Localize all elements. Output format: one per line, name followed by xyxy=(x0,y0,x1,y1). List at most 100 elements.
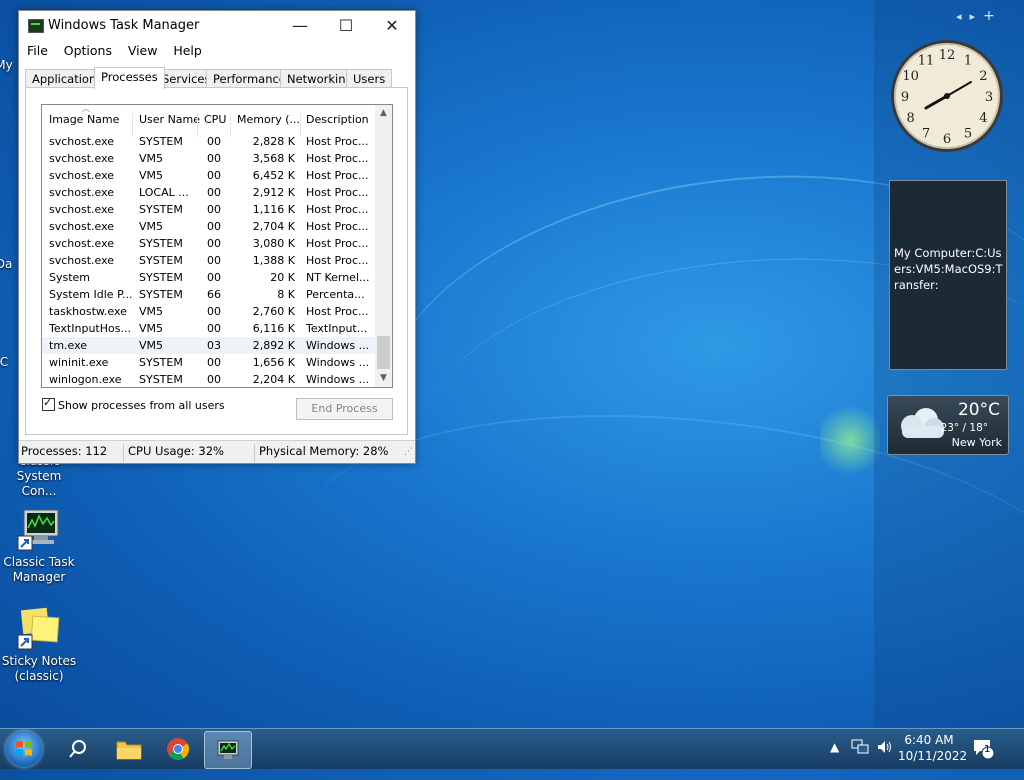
processes-panel: Image Name ︿ User Name CPU Memory (... D… xyxy=(25,87,408,435)
chrome-button[interactable] xyxy=(155,731,201,767)
process-row[interactable]: System Idle P... SYSTEM 66 8 K Percenta... xyxy=(42,286,375,303)
process-user-name: SYSTEM xyxy=(139,373,183,386)
show-all-users-option[interactable]: Show processes from all users xyxy=(42,396,225,412)
process-row[interactable]: svchost.exe VM5 00 3,568 K Host Proc... xyxy=(42,150,375,167)
vertical-scrollbar[interactable]: ▲ ▼ xyxy=(375,105,392,387)
process-cpu: 00 xyxy=(207,254,221,267)
folder-icon xyxy=(116,741,142,760)
gadget-next-icon[interactable]: ▸ xyxy=(970,10,984,23)
file-explorer-button[interactable] xyxy=(106,731,152,767)
show-hidden-icons[interactable]: ▲ xyxy=(830,740,839,780)
action-center-button[interactable]: 1 xyxy=(972,737,995,777)
network-icon[interactable] xyxy=(851,738,869,778)
desktop-icon-label: C xyxy=(0,355,9,369)
process-list[interactable]: Image Name ︿ User Name CPU Memory (... D… xyxy=(41,104,393,388)
search-button[interactable] xyxy=(55,731,101,767)
process-memory: 1,388 K xyxy=(252,254,295,267)
process-image-name: svchost.exe xyxy=(49,203,115,216)
start-button[interactable] xyxy=(6,731,42,767)
weather-gadget[interactable]: 20°C 23° / 18° New York xyxy=(887,395,1009,455)
column-description[interactable]: Description xyxy=(306,113,369,126)
process-description: Host Proc... xyxy=(306,220,369,233)
process-memory: 3,080 K xyxy=(252,237,295,250)
menu-view[interactable]: View xyxy=(122,41,164,60)
desktop-icon-classic-task-manager[interactable]: Classic Task Manager xyxy=(0,506,79,585)
process-cpu: 00 xyxy=(207,203,221,216)
process-description: Host Proc... xyxy=(306,169,369,182)
process-image-name: svchost.exe xyxy=(49,152,115,165)
system-clock[interactable]: 6:40 AM 10/11/2022 xyxy=(898,732,968,764)
process-image-name: svchost.exe xyxy=(49,220,115,233)
note-gadget[interactable]: My Computer:C:Users:VM5:MacOS9:Transfer: xyxy=(889,180,1007,370)
menu-file[interactable]: File xyxy=(21,41,54,60)
minimize-button[interactable]: — xyxy=(277,11,323,41)
process-row[interactable]: svchost.exe SYSTEM 00 3,080 K Host Proc... xyxy=(42,235,375,252)
chrome-icon xyxy=(167,738,189,760)
process-description: Host Proc... xyxy=(306,305,369,318)
process-cpu: 66 xyxy=(207,288,221,301)
process-row[interactable]: System SYSTEM 00 20 K NT Kernel... xyxy=(42,269,375,286)
tab-users[interactable]: Users xyxy=(346,69,393,88)
show-all-users-checkbox[interactable] xyxy=(42,396,55,411)
process-row[interactable]: svchost.exe VM5 00 2,704 K Host Proc... xyxy=(42,218,375,235)
process-row[interactable]: taskhostw.exe VM5 00 2,760 K Host Proc... xyxy=(42,303,375,320)
resize-grip-icon[interactable]: ⋰ xyxy=(404,447,413,457)
process-user-name: VM5 xyxy=(139,152,164,165)
process-memory: 2,912 K xyxy=(252,186,295,199)
menu-options[interactable]: Options xyxy=(58,41,118,60)
menu-help[interactable]: Help xyxy=(167,41,208,60)
desktop-icon-label: Sticky Notes (classic) xyxy=(1,654,77,683)
tab-processes[interactable]: Processes xyxy=(94,67,165,89)
clock-number: 3 xyxy=(985,90,993,105)
maximize-button[interactable]: ☐ xyxy=(323,11,369,41)
clock-number: 5 xyxy=(964,126,972,141)
process-user-name: VM5 xyxy=(139,322,164,335)
process-cpu: 00 xyxy=(207,356,221,369)
clock-gadget[interactable]: 12 1 2 3 4 5 6 7 8 9 10 11 xyxy=(888,36,1006,156)
gadget-nav: ◂▸+ xyxy=(956,8,1003,24)
process-memory: 2,704 K xyxy=(252,220,295,233)
scroll-down-icon[interactable]: ▼ xyxy=(375,370,392,387)
title-bar[interactable]: Windows Task Manager — ☐ ✕ xyxy=(19,11,415,41)
clock-number: 7 xyxy=(922,126,930,141)
column-memory[interactable]: Memory (... xyxy=(237,113,300,126)
process-description: Windows ... xyxy=(306,339,370,352)
windows-logo-icon xyxy=(16,741,32,756)
scroll-up-icon[interactable]: ▲ xyxy=(375,105,392,122)
end-process-button[interactable]: End Process xyxy=(296,398,393,420)
process-row[interactable]: svchost.exe SYSTEM 00 2,828 K Host Proc... xyxy=(42,133,375,150)
column-image-name[interactable]: Image Name xyxy=(49,113,119,126)
process-row[interactable]: svchost.exe SYSTEM 00 1,116 K Host Proc... xyxy=(42,201,375,218)
process-description: TextInput... xyxy=(306,322,368,335)
task-manager-taskbar-button[interactable] xyxy=(204,731,252,769)
close-button[interactable]: ✕ xyxy=(369,11,415,41)
process-row[interactable]: wininit.exe SYSTEM 00 1,656 K Windows ... xyxy=(42,354,375,371)
process-user-name: VM5 xyxy=(139,169,164,182)
scroll-thumb[interactable] xyxy=(377,336,390,369)
wallpaper-glow xyxy=(820,400,880,480)
search-icon xyxy=(69,740,86,758)
weather-city: New York xyxy=(951,436,1002,449)
process-cpu: 00 xyxy=(207,373,221,386)
clock-date: 10/11/2022 xyxy=(898,749,968,763)
sort-arrow-icon: ︿ xyxy=(82,104,90,113)
tab-strip: Applications Processes Services Performa… xyxy=(25,67,405,89)
column-cpu[interactable]: CPU xyxy=(204,113,226,126)
column-header-row: Image Name ︿ User Name CPU Memory (... D… xyxy=(42,104,375,137)
gadget-add-icon[interactable]: + xyxy=(983,8,1003,24)
process-row[interactable]: winlogon.exe SYSTEM 00 2,204 K Windows ... xyxy=(42,371,375,387)
gadget-prev-icon[interactable]: ◂ xyxy=(956,10,970,23)
desktop-icon-sticky-notes[interactable]: Sticky Notes (classic) xyxy=(0,605,79,684)
process-row[interactable]: svchost.exe LOCAL ... 00 2,912 K Host Proc..… xyxy=(42,184,375,201)
show-all-users-label: Show processes from all users xyxy=(58,399,225,412)
process-cpu: 03 xyxy=(207,339,221,352)
process-row[interactable]: TextInputHos... VM5 00 6,116 K TextInput... xyxy=(42,320,375,337)
process-user-name: SYSTEM xyxy=(139,203,183,216)
process-row[interactable]: svchost.exe SYSTEM 00 1,388 K Host Proc... xyxy=(42,252,375,269)
process-row[interactable]: svchost.exe VM5 00 6,452 K Host Proc... xyxy=(42,167,375,184)
status-separator xyxy=(254,444,255,462)
column-user-name[interactable]: User Name xyxy=(139,113,200,126)
process-row[interactable]: tm.exe VM5 03 2,892 K Windows ... xyxy=(42,337,375,354)
process-cpu: 00 xyxy=(207,152,221,165)
volume-icon[interactable] xyxy=(876,738,894,778)
